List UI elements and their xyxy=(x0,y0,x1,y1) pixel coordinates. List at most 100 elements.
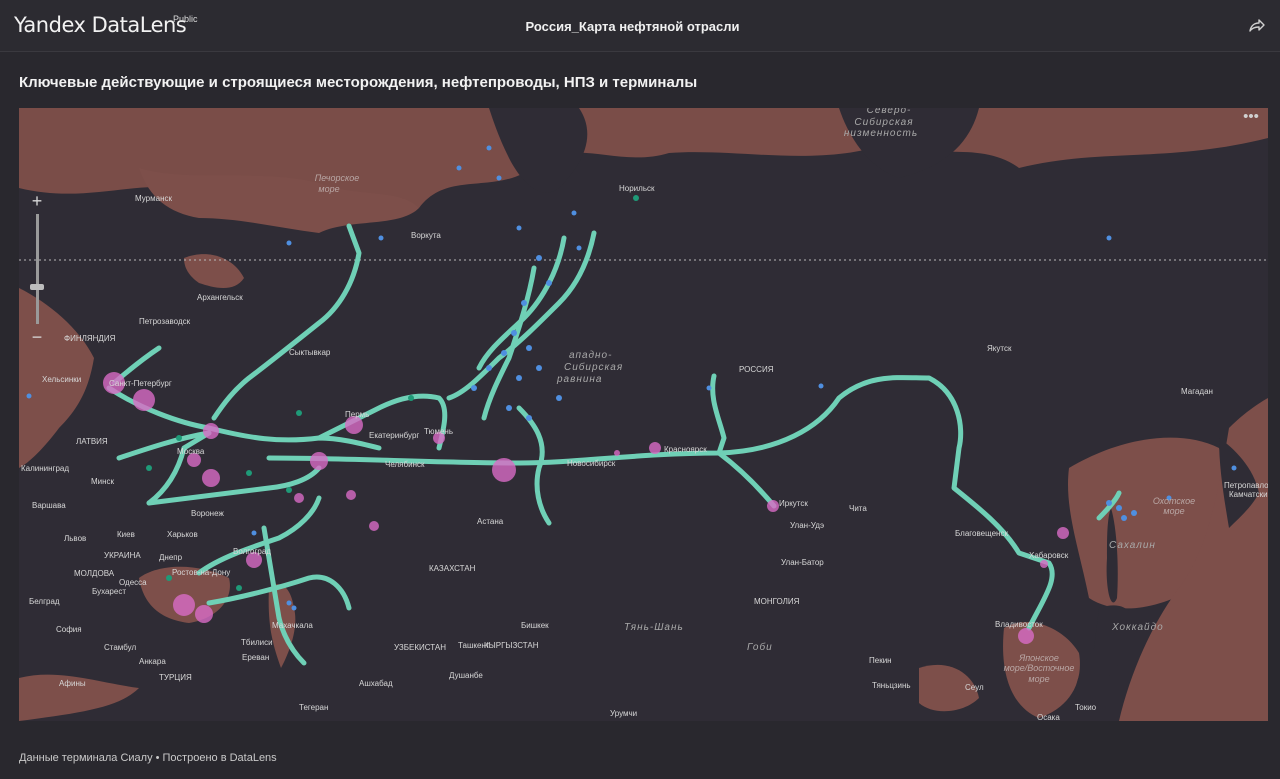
refinery-point xyxy=(1018,628,1034,644)
svg-text:Бишкек: Бишкек xyxy=(521,621,549,630)
svg-text:Львов: Львов xyxy=(64,534,86,543)
refinery-point xyxy=(369,521,379,531)
svg-text:Сибирская: Сибирская xyxy=(854,116,913,128)
field-point xyxy=(1231,465,1237,471)
svg-text:Камчатский: Камчатский xyxy=(1229,490,1268,499)
zoom-slider-track[interactable] xyxy=(36,214,39,324)
refinery-point xyxy=(649,442,661,454)
svg-text:Улан-Удэ: Улан-Удэ xyxy=(790,521,824,530)
label-finland: ФИНЛЯНДИЯ xyxy=(64,334,116,343)
refinery-point xyxy=(767,500,779,512)
label-latvia: ЛАТВИЯ xyxy=(76,437,108,446)
svg-text:Москва: Москва xyxy=(177,447,205,456)
svg-text:Пекин: Пекин xyxy=(869,656,892,665)
svg-text:низменность: низменность xyxy=(844,128,918,139)
label-tien-shan: Тянь-Шань xyxy=(624,622,684,633)
svg-text:Хельсинки: Хельсинки xyxy=(42,375,81,384)
field-point xyxy=(251,530,257,536)
zoom-in-button[interactable]: + xyxy=(27,192,47,210)
svg-text:Ашхабад: Ашхабад xyxy=(359,679,393,688)
svg-text:Петрозаводск: Петрозаводск xyxy=(139,317,191,326)
field-point xyxy=(536,365,542,371)
zoom-slider-handle[interactable] xyxy=(30,284,44,290)
field-point xyxy=(818,383,824,389)
svg-text:Днепр: Днепр xyxy=(159,553,183,562)
svg-text:Киев: Киев xyxy=(117,530,135,539)
svg-text:София: София xyxy=(56,625,82,634)
svg-text:Махачкала: Махачкала xyxy=(272,621,313,630)
svg-text:равнина: равнина xyxy=(556,374,602,385)
label-russia: РОССИЯ xyxy=(739,365,774,374)
svg-text:Челябинск: Челябинск xyxy=(385,460,425,469)
svg-text:море/Восточное: море/Восточное xyxy=(1004,663,1075,673)
share-icon xyxy=(1249,19,1265,32)
svg-text:Воркута: Воркута xyxy=(411,231,441,240)
field-point xyxy=(521,300,527,306)
svg-text:Афины: Афины xyxy=(59,679,86,688)
refinery-point xyxy=(133,389,155,411)
map-canvas[interactable]: Северо- Сибирская низменность Печорское … xyxy=(19,108,1268,721)
field-point xyxy=(526,415,532,421)
svg-text:Токио: Токио xyxy=(1075,703,1097,712)
refinery-point xyxy=(202,469,220,487)
svg-text:Магадан: Магадан xyxy=(1181,387,1213,396)
field-point xyxy=(1121,515,1127,521)
svg-text:Чита: Чита xyxy=(849,504,867,513)
map-widget[interactable]: Северо- Сибирская низменность Печорское … xyxy=(19,108,1268,721)
refinery-point xyxy=(203,423,219,439)
label-north-siberian-lowland: Северо- xyxy=(867,108,912,116)
field-point xyxy=(576,245,582,251)
field-point xyxy=(706,385,712,391)
svg-text:море: море xyxy=(1028,674,1049,684)
svg-text:Иркутск: Иркутск xyxy=(779,499,808,508)
svg-text:Ташкент: Ташкент xyxy=(458,641,490,650)
svg-text:Хабаровск: Хабаровск xyxy=(1029,551,1069,560)
svg-text:Якутск: Якутск xyxy=(987,344,1012,353)
terminal-point xyxy=(146,465,152,471)
svg-text:Архангельск: Архангельск xyxy=(197,293,243,302)
label-turkey: ТУРЦИЯ xyxy=(159,673,192,682)
terminal-point xyxy=(246,470,252,476)
refinery-point xyxy=(1057,527,1069,539)
refinery-point xyxy=(195,605,213,623)
svg-text:Норильск: Норильск xyxy=(619,184,655,193)
field-point xyxy=(456,165,462,171)
svg-text:Стамбул: Стамбул xyxy=(104,643,136,652)
label-japan-sea: Японское xyxy=(1018,653,1059,663)
label-pechora-sea: Печорское xyxy=(315,173,359,183)
field-point xyxy=(26,393,32,399)
refinery-point xyxy=(173,594,195,616)
field-point xyxy=(511,330,517,336)
svg-text:Харьков: Харьков xyxy=(167,530,198,539)
share-button[interactable] xyxy=(1246,16,1266,36)
field-point xyxy=(1106,500,1112,506)
label-mongolia: МОНГОЛИЯ xyxy=(754,597,800,606)
field-point xyxy=(378,235,384,241)
svg-text:Тбилиси: Тбилиси xyxy=(241,638,273,647)
label-hokkaido: Хоккайдо xyxy=(1111,622,1164,633)
field-point xyxy=(1131,510,1137,516)
label-moldova: МОЛДОВА xyxy=(74,569,115,578)
svg-text:море: море xyxy=(318,184,339,194)
field-point xyxy=(1106,235,1112,241)
field-point xyxy=(571,210,577,216)
field-point xyxy=(286,600,292,606)
field-point xyxy=(526,345,532,351)
footer-credits: Данные терминала Сиалу • Построено в Dat… xyxy=(19,752,277,764)
refinery-point xyxy=(346,490,356,500)
svg-text:Бухарест: Бухарест xyxy=(92,587,126,596)
svg-text:Санкт-Петербург: Санкт-Петербург xyxy=(109,379,172,388)
svg-text:Тегеран: Тегеран xyxy=(299,703,328,712)
label-okhotsk-sea: Охотское xyxy=(1153,496,1195,506)
zoom-out-button[interactable]: − xyxy=(27,328,47,346)
widget-menu-button[interactable]: ••• xyxy=(1241,109,1261,126)
terminal-point xyxy=(296,410,302,416)
field-point xyxy=(486,145,492,151)
field-point xyxy=(1116,505,1122,511)
field-point xyxy=(516,375,522,381)
svg-text:Мурманск: Мурманск xyxy=(135,194,172,203)
widget-title: Ключевые действующие и строящиеся местор… xyxy=(19,74,698,91)
svg-text:Анкара: Анкара xyxy=(139,657,166,666)
svg-text:Екатеринбург: Екатеринбург xyxy=(369,431,419,440)
refinery-point xyxy=(1040,560,1048,568)
